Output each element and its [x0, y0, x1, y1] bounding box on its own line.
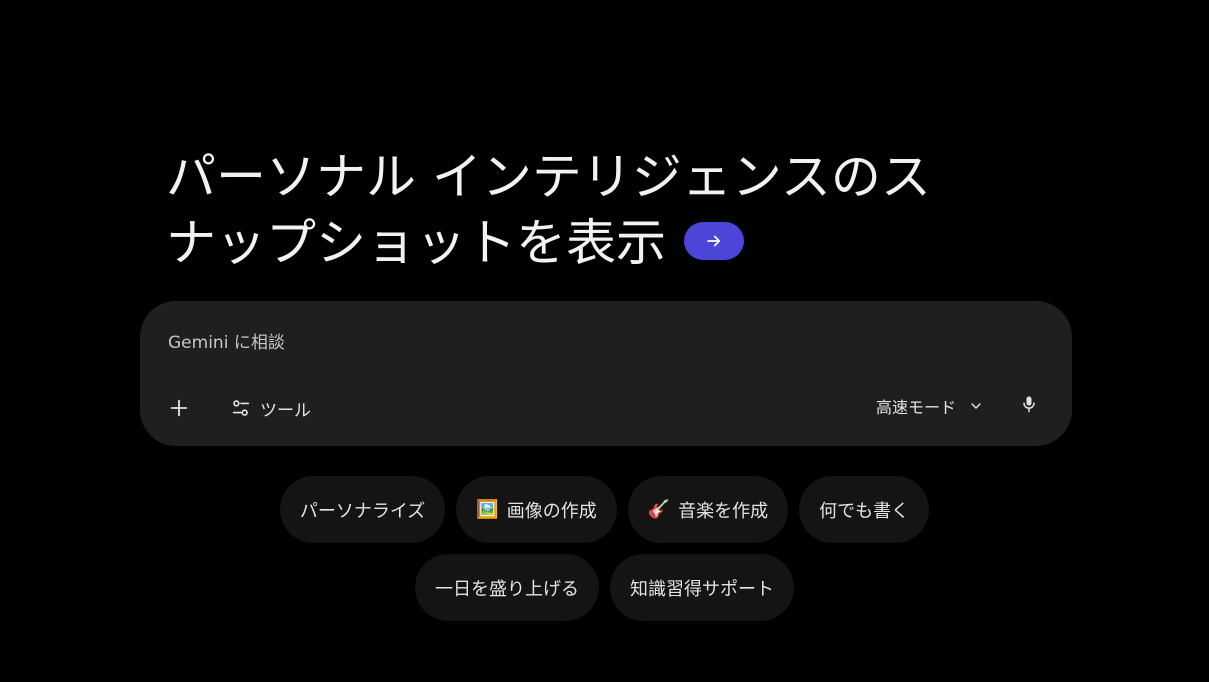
chip-label: 知識習得サポート: [630, 578, 774, 600]
chip-label: 音楽を作成: [678, 500, 769, 522]
headline-line-2: ナップショットを表示: [166, 210, 1066, 276]
prompt-input[interactable]: [168, 329, 868, 357]
microphone-icon: [1023, 396, 1035, 413]
chip-row-2: 一日を盛り上げる 知識習得サポート: [0, 554, 1209, 621]
add-attachment-button[interactable]: [162, 391, 196, 425]
prompt-composer: ツール 高速モード: [140, 301, 1072, 446]
headline: パーソナル インテリジェンスのス ナップショットを表示: [166, 144, 1066, 276]
suggestion-chips: パーソナライズ 🖼️ 画像の作成 🎸 音楽を作成 何でも書く 一日を盛り上げる …: [0, 476, 1209, 632]
gemini-home-page: パーソナル インテリジェンスのス ナップショットを表示 ツール 高速モード: [0, 0, 1209, 682]
mode-selector-button[interactable]: 高速モード: [876, 389, 984, 423]
chip-create-image[interactable]: 🖼️ 画像の作成: [456, 476, 617, 543]
chip-learning-support[interactable]: 知識習得サポート: [610, 554, 794, 621]
headline-line-2-text: ナップショットを表示: [166, 214, 666, 272]
chip-personalize[interactable]: パーソナライズ: [279, 476, 446, 543]
arrow-right-icon: [707, 235, 721, 246]
chip-boost-day[interactable]: 一日を盛り上げる: [415, 554, 599, 621]
tools-label: ツール: [260, 400, 311, 421]
headline-line-1: パーソナル インテリジェンスのス: [166, 148, 931, 206]
mode-label: 高速モード: [875, 398, 956, 417]
microphone-button[interactable]: [1012, 387, 1046, 421]
guitar-icon: 🎸: [647, 499, 671, 520]
tools-button[interactable]: ツール: [224, 391, 317, 425]
chip-label: パーソナライズ: [299, 500, 426, 522]
chip-label: 画像の作成: [506, 500, 597, 522]
chip-label: 一日を盛り上げる: [435, 578, 579, 600]
headline-arrow-button[interactable]: [684, 221, 744, 260]
tune-icon: [232, 400, 250, 416]
image-icon: 🖼️: [476, 499, 499, 520]
chip-row-1: パーソナライズ 🖼️ 画像の作成 🎸 音楽を作成 何でも書く: [0, 476, 1209, 543]
chip-create-music[interactable]: 🎸 音楽を作成: [627, 476, 789, 543]
chip-label: 何でも書く: [819, 500, 910, 522]
chevron-down-icon: [971, 403, 981, 409]
plus-icon: [170, 399, 188, 417]
chip-write-anything[interactable]: 何でも書く: [799, 476, 930, 543]
